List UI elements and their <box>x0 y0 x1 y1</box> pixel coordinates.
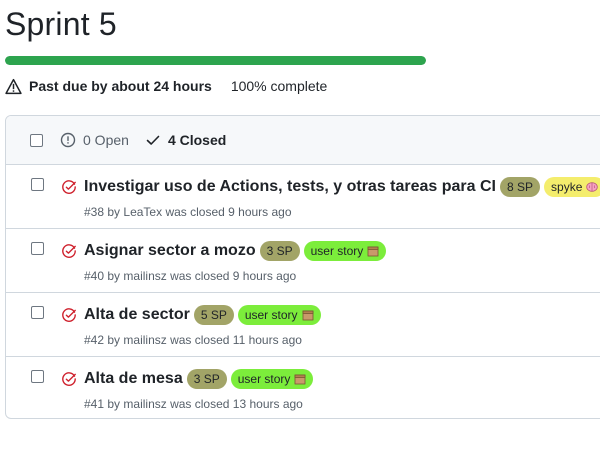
issue-number: #40 <box>84 269 105 283</box>
due-date-status: Past due by about 24 hours <box>29 78 212 94</box>
issue-row[interactable]: Asignar sector a mozo 3 SP user story #40 b… <box>6 229 600 293</box>
box-icon <box>367 245 379 257</box>
issue-closed-time: was closed 13 hours ago <box>170 397 303 411</box>
box-icon <box>302 309 314 321</box>
issue-number: #38 <box>84 205 105 219</box>
issue-row[interactable]: Alta de sector 5 SP user story #42 by maili… <box>6 293 600 357</box>
issue-open-icon <box>60 132 76 148</box>
issue-label-text: user story <box>237 372 291 386</box>
issue-closed-time: was closed 11 hours ago <box>170 333 302 347</box>
closed-issues-filter[interactable]: 4 Closed <box>145 132 226 148</box>
issue-row[interactable]: Investigar uso de Actions, tests, y otra… <box>6 165 600 229</box>
issue-title-link[interactable]: Alta de mesa <box>84 370 183 388</box>
issue-author-link[interactable]: LeaTex <box>123 205 162 219</box>
issue-row[interactable]: Alta de mesa 3 SP user story #41 by mailins… <box>6 357 600 418</box>
issue-checkbox[interactable] <box>31 242 44 255</box>
issues-list-header: 0 Open 4 Closed <box>6 116 600 165</box>
issue-label[interactable]: user story <box>230 369 314 389</box>
open-issues-filter[interactable]: 0 Open <box>60 132 129 148</box>
issue-label-text: user story <box>244 308 298 322</box>
select-all-checkbox[interactable] <box>30 133 43 147</box>
issue-author-link[interactable]: mailinsz <box>123 269 166 283</box>
issue-title-line: Investigar uso de Actions, tests, y otra… <box>84 175 600 199</box>
issue-meta: #41 by mailinsz was closed 13 hours ago <box>84 397 303 411</box>
issue-number: #41 <box>84 397 105 411</box>
issue-label[interactable]: 8 SP <box>500 177 541 197</box>
check-icon <box>145 132 161 148</box>
issue-closed-icon <box>61 371 77 387</box>
milestone-title: Sprint 5 <box>5 6 117 42</box>
milestone-meta: Past due by about 24 hours 100% complete <box>5 77 327 95</box>
issue-label[interactable]: 3 SP <box>186 369 227 389</box>
issue-closed-icon <box>61 307 77 323</box>
open-issues-count: 0 Open <box>83 132 129 148</box>
issue-closed-time: was closed 9 hours ago <box>165 205 292 219</box>
issue-closed-icon <box>61 243 77 259</box>
issue-title-link[interactable]: Asignar sector a mozo <box>84 242 256 260</box>
issue-by: by <box>107 269 121 283</box>
issues-list: 0 Open 4 Closed Investigar uso de Action… <box>5 115 600 419</box>
issue-label[interactable]: 5 SP <box>193 305 234 325</box>
alert-triangle-icon <box>5 78 22 95</box>
issue-label-text: 3 SP <box>266 244 293 258</box>
issue-label[interactable]: spyke <box>544 177 600 197</box>
completion-percent: 100% complete <box>230 78 328 94</box>
issue-closed-time: was closed 9 hours ago <box>170 269 297 283</box>
closed-issues-count: 4 Closed <box>167 132 227 148</box>
milestone-progress-fill <box>5 56 426 65</box>
box-icon <box>294 373 306 385</box>
issue-title-line: Alta de sector 5 SP user story <box>84 303 325 327</box>
issue-label-text: 5 SP <box>200 308 227 322</box>
issue-label-text: user story <box>310 244 364 258</box>
issue-by: by <box>107 333 121 347</box>
issue-by: by <box>107 205 121 219</box>
issue-meta: #40 by mailinsz was closed 9 hours ago <box>84 269 296 283</box>
issue-number: #42 <box>84 333 105 347</box>
issue-author-link[interactable]: mailinsz <box>123 397 166 411</box>
issue-by: by <box>107 397 121 411</box>
issue-meta: #42 by mailinsz was closed 11 hours ago <box>84 333 302 347</box>
issue-meta: #38 by LeaTex was closed 9 hours ago <box>84 205 292 219</box>
issue-label-text: 3 SP <box>193 372 220 386</box>
issue-checkbox[interactable] <box>31 370 44 383</box>
issue-checkbox[interactable] <box>31 306 44 319</box>
issue-closed-icon <box>61 179 77 195</box>
issue-label[interactable]: user story <box>237 305 321 325</box>
issue-checkbox[interactable] <box>31 178 44 191</box>
issue-label[interactable]: user story <box>303 241 387 261</box>
issue-label[interactable]: 3 SP <box>259 241 300 261</box>
issue-title-line: Alta de mesa 3 SP user story <box>84 367 317 391</box>
issue-label-text: spyke <box>551 180 583 194</box>
milestone-progress-bar <box>5 56 426 65</box>
issue-title-line: Asignar sector a mozo 3 SP user story <box>84 239 390 263</box>
issue-title-link[interactable]: Investigar uso de Actions, tests, y otra… <box>84 178 496 196</box>
issue-label-text: 8 SP <box>507 180 534 194</box>
issue-author-link[interactable]: mailinsz <box>123 333 166 347</box>
brain-icon <box>586 181 599 193</box>
issue-title-link[interactable]: Alta de sector <box>84 306 190 324</box>
